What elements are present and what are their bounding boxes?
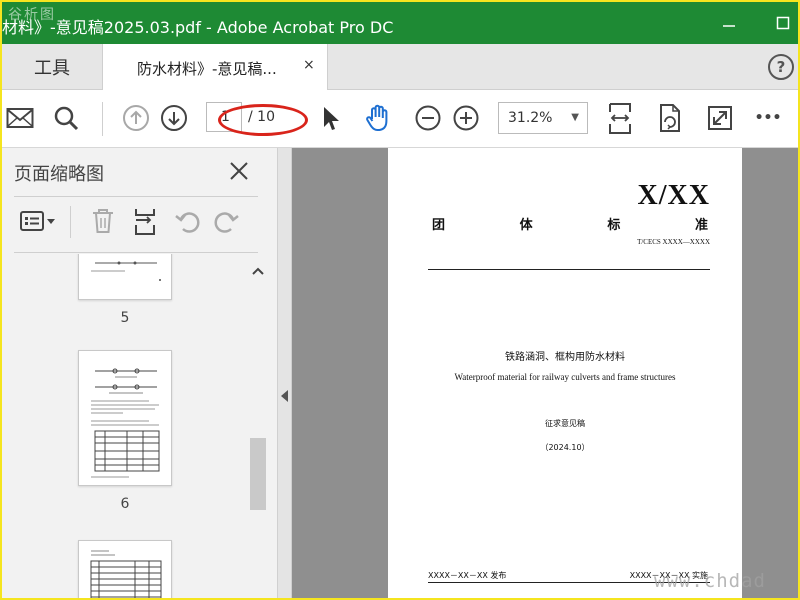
scrollbar-thumb[interactable] bbox=[250, 438, 266, 510]
tab-tools[interactable]: 工具 bbox=[2, 44, 102, 90]
fullscreen-icon bbox=[708, 106, 732, 130]
tab-document[interactable]: 防水材料》-意见稿... × bbox=[102, 44, 328, 91]
chevron-up-icon[interactable] bbox=[250, 264, 266, 278]
rotate-page-icon bbox=[660, 104, 680, 132]
document-view[interactable]: X/XX 团 体 标 准 T/CECS XXXX—XXXX 铁路涵洞、框构用防水… bbox=[292, 148, 798, 598]
redo-button[interactable] bbox=[210, 204, 244, 238]
thumbnail-content bbox=[90, 550, 162, 598]
thumbnail-content bbox=[91, 261, 161, 281]
fullscreen-button[interactable] bbox=[702, 100, 738, 136]
thumbnail-list: 5 6 bbox=[2, 254, 246, 598]
highlight-annotation-oval bbox=[218, 104, 308, 136]
redo-icon bbox=[214, 212, 239, 233]
window-title: 材料》-意见稿2025.03.pdf - Adobe Acrobat Pro D… bbox=[2, 18, 394, 37]
select-tool-button[interactable] bbox=[312, 100, 348, 136]
close-icon bbox=[230, 162, 248, 180]
help-button[interactable]: ? bbox=[768, 54, 794, 80]
heading-char: 团 bbox=[432, 218, 446, 233]
fit-width-button[interactable] bbox=[602, 100, 638, 136]
zoom-in-button[interactable] bbox=[448, 100, 484, 136]
next-page-button[interactable] bbox=[156, 100, 192, 136]
thumbnail-pane: 页面缩略图 5 6 bbox=[2, 148, 278, 598]
zoom-out-icon bbox=[415, 105, 441, 131]
document-rule bbox=[428, 269, 710, 270]
mail-icon bbox=[6, 108, 34, 128]
heading-char: 准 bbox=[694, 218, 708, 233]
watermark-bottom-right: www.chdad bbox=[654, 570, 766, 592]
tab-close-button[interactable]: × bbox=[303, 57, 315, 73]
minimize-button[interactable] bbox=[714, 8, 744, 38]
thumbnail-page-label: 6 bbox=[120, 496, 130, 512]
thumbnail-page-label: 5 bbox=[120, 310, 130, 326]
more-tools-button[interactable]: ••• bbox=[750, 100, 786, 136]
zoom-in-icon bbox=[453, 105, 479, 131]
pane-collapse-handle[interactable] bbox=[278, 148, 292, 598]
chevron-left-icon bbox=[281, 390, 288, 402]
hand-tool-icon bbox=[366, 104, 388, 131]
draft-date: （2024.10） bbox=[540, 443, 590, 452]
watermark-top-left: 谷析图 bbox=[8, 7, 56, 23]
close-pane-button[interactable] bbox=[224, 156, 254, 186]
document-page: X/XX 团 体 标 准 T/CECS XXXX—XXXX 铁路涵洞、框构用防水… bbox=[388, 148, 742, 598]
page-down-icon bbox=[161, 105, 187, 131]
document-title-en: Waterproof material for railway culverts… bbox=[454, 372, 676, 382]
undo-icon bbox=[175, 212, 200, 233]
search-button[interactable] bbox=[48, 100, 84, 136]
page-thumbnail-7[interactable] bbox=[78, 540, 172, 598]
select-cursor-icon bbox=[324, 107, 339, 130]
pane-divider bbox=[14, 196, 258, 197]
page-up-icon bbox=[123, 105, 149, 131]
page-thumbnail-6[interactable] bbox=[78, 350, 172, 486]
options-icon bbox=[20, 211, 55, 231]
insert-page-button[interactable] bbox=[128, 204, 162, 238]
tab-bar: 工具 防水材料》-意见稿... × ? bbox=[2, 44, 798, 91]
zoom-level-select[interactable]: 31.2% ▼ bbox=[498, 102, 588, 134]
insert-page-icon bbox=[135, 209, 155, 235]
toolbar-divider bbox=[102, 102, 103, 136]
app-window: 材料》-意见稿2025.03.pdf - Adobe Acrobat Pro D… bbox=[2, 2, 798, 598]
heading-char: 体 bbox=[519, 218, 533, 233]
mail-button[interactable] bbox=[2, 100, 38, 136]
maximize-button[interactable] bbox=[768, 8, 798, 38]
hand-tool-button[interactable] bbox=[360, 100, 396, 136]
issue-line: XXXX－XX－XX 发布 bbox=[428, 571, 507, 580]
page-thumbnail-5[interactable] bbox=[78, 254, 172, 300]
delete-icon bbox=[93, 209, 113, 233]
thumbnail-options-button[interactable] bbox=[16, 204, 60, 238]
previous-page-button[interactable] bbox=[118, 100, 154, 136]
thumbnail-scrollbar[interactable] bbox=[246, 254, 270, 598]
chevron-down-icon: ▼ bbox=[571, 112, 579, 123]
thumbnail-pane-title: 页面缩略图 bbox=[14, 164, 104, 185]
tab-document-label: 防水材料》-意见稿... bbox=[137, 60, 277, 78]
pane-divider bbox=[14, 252, 258, 253]
draft-label: 征求意见稿 bbox=[545, 419, 585, 428]
minimize-icon bbox=[723, 25, 735, 27]
delete-page-button[interactable] bbox=[86, 204, 120, 238]
zoom-level-value: 31.2% bbox=[508, 110, 553, 126]
rotate-page-button[interactable] bbox=[652, 100, 688, 136]
standard-number: T/CECS XXXX—XXXX bbox=[637, 238, 710, 246]
standard-heading: 团 体 标 准 bbox=[432, 214, 708, 233]
search-icon bbox=[54, 106, 79, 131]
maximize-icon bbox=[776, 16, 790, 30]
thumbnail-content bbox=[91, 368, 160, 478]
zoom-out-button[interactable] bbox=[410, 100, 446, 136]
fit-width-icon bbox=[609, 103, 631, 134]
pane-toolbar-divider bbox=[70, 206, 71, 238]
standard-code: X/XX bbox=[637, 180, 710, 211]
document-title-cn: 铁路涵洞、框构用防水材料 bbox=[505, 352, 625, 363]
toolbar: 1 / 10 31.2% ▼ ••• bbox=[2, 90, 798, 148]
title-bar: 材料》-意见稿2025.03.pdf - Adobe Acrobat Pro D… bbox=[2, 2, 798, 44]
heading-char: 标 bbox=[607, 218, 621, 233]
undo-button[interactable] bbox=[170, 204, 204, 238]
